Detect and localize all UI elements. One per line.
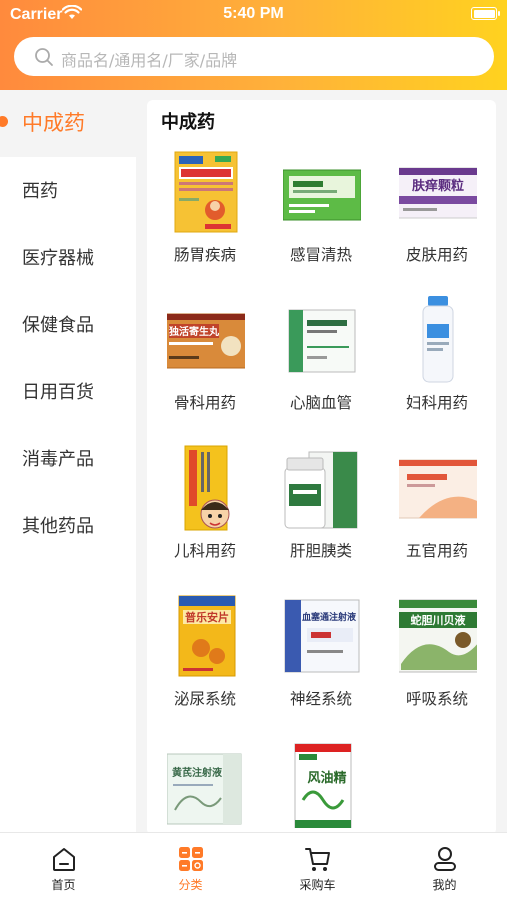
sidebar-item-label: 保健食品 xyxy=(22,315,94,336)
tab-label: 首页 xyxy=(51,878,76,892)
category-item-label: 皮肤用药 xyxy=(405,246,468,264)
category-item-stomach[interactable]: 肠胃疾病 xyxy=(147,148,263,296)
search-bar[interactable]: 商品名/通用名/厂家/品牌 xyxy=(14,37,494,76)
product-box-text: 独活寄生丸 xyxy=(169,325,220,338)
category-item-extra-1[interactable]: 黄芪注射液 xyxy=(147,740,263,835)
sidebar-item-disinfection[interactable]: 消毒产品 xyxy=(0,425,136,492)
category-item-liver[interactable]: 肝胆胰类 xyxy=(263,444,379,592)
category-item-label: 心脑血管 xyxy=(289,394,352,412)
sidebar-item-medical-devices[interactable]: 医疗器械 xyxy=(0,224,136,291)
sidebar-item-zhongchengyao[interactable]: 中成药 xyxy=(0,90,136,157)
panel-title: 中成药 xyxy=(161,112,215,133)
category-item-urinary[interactable]: 普乐安片 泌尿系统 xyxy=(147,592,263,740)
sidebar-item-label: 医疗器械 xyxy=(22,248,94,269)
product-image xyxy=(399,459,477,519)
status-time: 5:40 PM xyxy=(223,5,284,22)
product-box-text: 肤痒颗粒 xyxy=(412,178,464,194)
status-bar: Carrier 5:40 PM xyxy=(0,0,507,30)
tab-label: 我的 xyxy=(432,878,457,892)
product-image: 血塞通注射液 xyxy=(284,599,360,673)
product-image xyxy=(184,445,230,531)
category-item-gynecology[interactable]: 妇科用药 xyxy=(379,296,495,444)
category-item-skin[interactable]: 肤痒颗粒 皮肤用药 xyxy=(379,148,495,296)
category-item-extra-2[interactable]: 风油精 xyxy=(263,740,379,835)
category-item-orthopedic[interactable]: 独活寄生丸 骨科用药 xyxy=(147,296,263,444)
sidebar-item-label: 消毒产品 xyxy=(22,449,94,470)
product-image xyxy=(422,296,454,383)
app-header: Carrier 5:40 PM 商品名/通用名/厂家/品牌 xyxy=(0,0,507,90)
category-item-label: 骨科用药 xyxy=(173,394,236,412)
search-placeholder[interactable]: 商品名/通用名/厂家/品牌 xyxy=(61,47,237,71)
product-image xyxy=(283,169,361,221)
sidebar-item-daily-goods[interactable]: 日用百货 xyxy=(0,358,136,425)
category-item-ent[interactable]: 五官用药 xyxy=(379,444,495,592)
product-image: 独活寄生丸 xyxy=(167,313,245,369)
category-item-cardio[interactable]: 心脑血管 xyxy=(263,296,379,444)
category-item-label: 泌尿系统 xyxy=(173,690,236,708)
category-item-label: 妇科用药 xyxy=(405,394,468,412)
category-item-cold[interactable]: 感冒清热 xyxy=(263,148,379,296)
home-icon xyxy=(52,848,75,871)
category-item-label: 肠胃疾病 xyxy=(173,246,236,264)
sidebar-item-label: 中成药 xyxy=(22,111,85,135)
product-image: 蛇胆川贝液 xyxy=(399,599,477,673)
product-box-text: 蛇胆川贝液 xyxy=(411,613,467,627)
active-indicator xyxy=(0,116,8,127)
category-sidebar: 中成药 西药 医疗器械 保健食品 日用百货 消毒产品 其他药品 xyxy=(0,90,136,832)
product-image: 肤痒颗粒 xyxy=(399,167,477,219)
category-panel: 中成药 肠胃疾病 感冒清热 肤痒颗粒 皮肤用药 独活寄生丸 骨科用药 心脑血管 … xyxy=(147,100,496,835)
category-item-pediatric[interactable]: 儿科用药 xyxy=(147,444,263,592)
sidebar-item-health-food[interactable]: 保健食品 xyxy=(0,291,136,358)
sidebar-item-label: 西药 xyxy=(22,181,58,202)
cart-icon xyxy=(304,848,330,871)
product-box-text: 风油精 xyxy=(307,770,346,786)
sidebar-item-xiyao[interactable]: 西药 xyxy=(0,157,136,224)
category-icon xyxy=(178,847,203,871)
product-image xyxy=(284,451,358,529)
category-item-label: 儿科用药 xyxy=(173,542,236,560)
tab-profile[interactable]: 我的 xyxy=(381,833,507,900)
product-image: 普乐安片 xyxy=(178,595,236,677)
tab-cart[interactable]: 采购车 xyxy=(254,833,381,900)
product-box-text: 血塞通注射液 xyxy=(302,611,357,623)
category-item-label: 呼吸系统 xyxy=(405,690,468,708)
product-image xyxy=(174,151,238,233)
category-item-label: 神经系统 xyxy=(289,690,352,708)
search-icon xyxy=(35,48,53,66)
category-item-label: 肝胆胰类 xyxy=(289,542,352,560)
tab-label: 分类 xyxy=(178,878,203,892)
product-image: 风油精 xyxy=(294,743,352,828)
sidebar-item-label: 其他药品 xyxy=(22,516,94,537)
category-item-label: 五官用药 xyxy=(405,542,468,560)
product-image xyxy=(288,309,356,373)
product-box-text: 黄芪注射液 xyxy=(172,766,222,779)
product-image: 黄芪注射液 xyxy=(167,753,242,825)
tab-category[interactable]: 分类 xyxy=(127,833,254,900)
user-icon xyxy=(433,847,456,871)
tab-home[interactable]: 首页 xyxy=(0,833,127,900)
category-item-respiratory[interactable]: 蛇胆川贝液 呼吸系统 xyxy=(379,592,495,740)
tab-label: 采购车 xyxy=(299,878,336,892)
product-box-text: 普乐安片 xyxy=(185,610,229,624)
sidebar-item-other-drugs[interactable]: 其他药品 xyxy=(0,492,136,559)
sidebar-item-label: 日用百货 xyxy=(22,382,94,403)
category-item-label: 感冒清热 xyxy=(289,246,352,264)
category-item-neuro[interactable]: 血塞通注射液 神经系统 xyxy=(263,592,379,740)
bottom-tab-bar: 首页 分类 采购车 我的 xyxy=(0,832,507,900)
battery-icon xyxy=(471,7,500,20)
